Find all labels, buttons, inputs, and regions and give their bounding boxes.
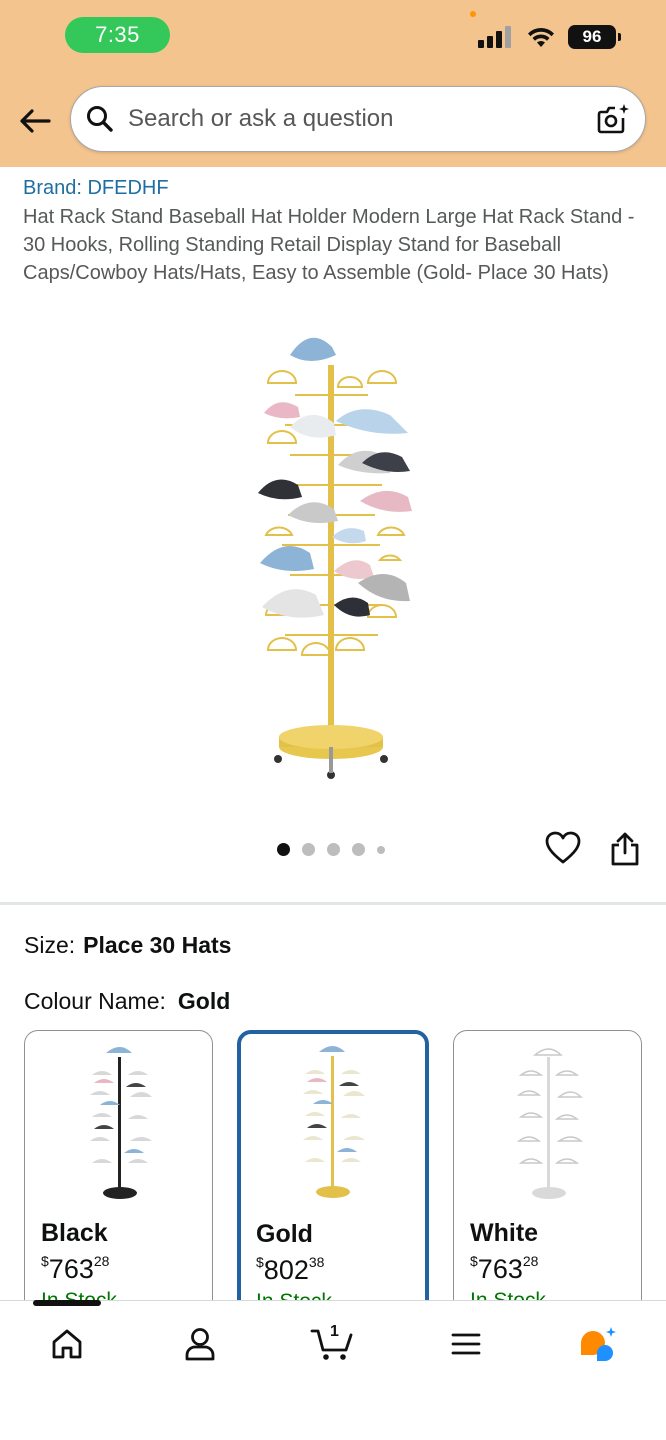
size-value: Place 30 Hats xyxy=(83,932,232,958)
carousel-dot-active[interactable] xyxy=(277,843,290,856)
colour-option-white[interactable]: White $76328 In Stock xyxy=(453,1030,642,1320)
app-header: 7:35 96 xyxy=(0,0,666,167)
colour-option-gold[interactable]: Gold $80238 In Stock xyxy=(237,1030,429,1320)
cart-count-badge: 1 xyxy=(330,1323,339,1340)
carousel-dot[interactable] xyxy=(377,845,385,854)
nav-rufus[interactable] xyxy=(576,1324,620,1364)
product-image[interactable] xyxy=(240,325,430,785)
share-icon[interactable] xyxy=(608,831,642,867)
carousel-dot[interactable] xyxy=(352,843,365,856)
battery-indicator: 96 xyxy=(568,25,621,49)
back-arrow-icon[interactable] xyxy=(16,102,54,140)
swatch-name: Black xyxy=(41,1219,108,1247)
camera-search-icon[interactable] xyxy=(595,101,631,137)
colour-value: Gold xyxy=(177,988,231,1014)
swatch-name: Gold xyxy=(256,1220,313,1248)
image-carousel-dots[interactable] xyxy=(277,843,385,856)
menu-icon xyxy=(451,1333,481,1355)
status-time: 7:35 xyxy=(65,17,170,53)
swatch-name: White xyxy=(470,1219,539,1247)
swatch-price: $76328 xyxy=(41,1253,110,1284)
swatch-image-gold xyxy=(303,1046,365,1198)
rufus-icon xyxy=(581,1327,616,1361)
size-selector[interactable]: Size: Place 30 Hats xyxy=(24,932,231,959)
colour-selector: Colour Name: Gold xyxy=(24,988,230,1015)
swatch-image-black xyxy=(90,1047,152,1199)
status-icons: 96 xyxy=(478,25,621,49)
privacy-indicator xyxy=(470,11,476,17)
colour-option-black[interactable]: Black $76328 In Stock xyxy=(24,1030,213,1320)
product-title: Hat Rack Stand Baseball Hat Holder Moder… xyxy=(23,206,635,284)
colour-label: Colour Name: xyxy=(24,988,166,1014)
nav-account[interactable] xyxy=(178,1324,222,1364)
bottom-nav xyxy=(0,1300,666,1440)
wifi-icon xyxy=(528,27,554,47)
account-icon xyxy=(185,1328,215,1361)
swatch-price: $76328 xyxy=(470,1253,539,1284)
brand-link[interactable]: Brand: DFEDHF xyxy=(23,177,169,200)
section-divider xyxy=(0,902,666,905)
heart-icon[interactable] xyxy=(545,831,581,865)
swatch-price: $80238 xyxy=(256,1254,325,1285)
carousel-dot[interactable] xyxy=(302,843,315,856)
home-icon xyxy=(52,1329,82,1359)
nav-home[interactable] xyxy=(45,1324,89,1364)
cellular-signal-icon xyxy=(478,26,511,48)
size-label: Size: xyxy=(24,932,76,958)
search-icon xyxy=(87,106,113,132)
swatch-image-white xyxy=(516,1048,584,1199)
carousel-dot[interactable] xyxy=(327,843,340,856)
nav-menu[interactable] xyxy=(444,1324,488,1364)
hat-rack-illustration xyxy=(258,337,412,779)
search-bar[interactable] xyxy=(70,86,646,152)
search-input[interactable] xyxy=(128,105,595,133)
active-tab-indicator xyxy=(33,1300,101,1306)
